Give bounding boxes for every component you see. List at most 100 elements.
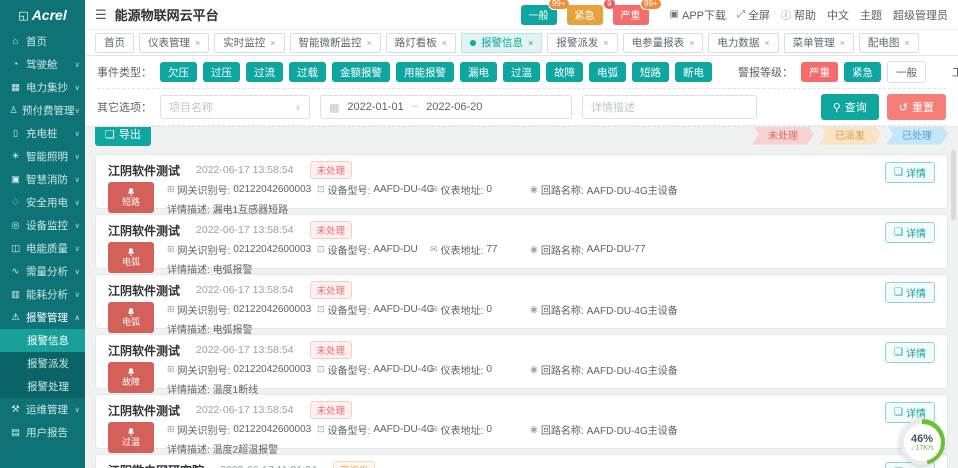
scrollbar-thumb[interactable] <box>951 150 956 220</box>
event-type-chip[interactable]: 欠压 <box>160 62 197 82</box>
filter-buttons: ⚲ 查询 ↺ 重置 <box>821 94 946 120</box>
detail-button[interactable]: ❏ 详情 <box>885 222 935 243</box>
tab[interactable]: 实时监控 × <box>214 33 284 53</box>
sidebar-item-device-monitor[interactable]: ◎ 设备监控 ∨ <box>0 214 85 237</box>
sidebar-item-energy-analysis[interactable]: ▥ 能耗分析 ∨ <box>0 283 85 306</box>
sidebar-item-prepaid[interactable]: ♙ 预付费管理 ∨ <box>0 99 85 122</box>
gateway-value: 02122042600003 <box>233 304 311 315</box>
description-input[interactable]: 详情描述 <box>582 95 757 119</box>
close-tab-icon[interactable]: × <box>764 38 769 48</box>
search-button[interactable]: ⚲ 查询 <box>821 94 879 120</box>
close-tab-icon[interactable]: × <box>270 38 275 48</box>
close-tab-icon[interactable]: × <box>840 38 845 48</box>
close-tab-icon[interactable]: × <box>528 38 533 48</box>
gateway-label: 网关识别号: <box>178 362 231 377</box>
header-link[interactable]: 超级管理员 <box>893 7 948 23</box>
detail-button[interactable]: ❏ 详情 <box>885 342 935 363</box>
tab[interactable]: 智能微断监控 × <box>290 33 381 53</box>
project-name: 江阴软件测试 <box>108 342 180 359</box>
alarm-level-badge[interactable]: 严重 99+ <box>613 5 649 25</box>
event-type-chip[interactable]: 过压 <box>203 62 240 82</box>
close-tab-icon[interactable]: × <box>689 38 694 48</box>
header-link[interactable]: 中文 <box>827 7 849 23</box>
ops-icon: ⚒ <box>9 404 22 415</box>
chevron-icon: ∨ <box>75 152 81 161</box>
event-type-chip[interactable]: 用能报警 <box>396 62 454 82</box>
alarm-icon: ⚠ <box>9 312 22 323</box>
sidebar-item-alarm-dispatch[interactable]: 报警派发 <box>0 352 85 375</box>
header-link[interactable]: ▣ APP下载 <box>670 7 726 23</box>
sidebar-item-home[interactable]: ⌂ 首页 <box>0 30 85 53</box>
circuit-label: 回路名称: <box>541 362 584 377</box>
close-tab-icon[interactable]: × <box>904 38 909 48</box>
prepaid-icon: ♙ <box>9 105 18 116</box>
meter-address-icon: ✉ <box>430 244 438 255</box>
tab[interactable]: 报警信息 × <box>461 33 542 53</box>
close-tab-icon[interactable]: × <box>367 38 372 48</box>
reset-button[interactable]: ↺ 重置 <box>887 94 946 120</box>
gateway-label: 网关识别号: <box>178 422 231 437</box>
event-type-chips: 欠压 过压 过流 过载 金额报警 用能报警 漏电 过温 故障 <box>160 62 712 82</box>
home-icon: ⌂ <box>9 36 22 47</box>
sidebar-item-cockpit[interactable]: ◔ 驾驶舱 ∨ <box>0 53 85 76</box>
event-type-chip[interactable]: 漏电 <box>460 62 497 82</box>
tab[interactable]: 电参量报表 × <box>623 33 704 53</box>
sidebar-item-alarm-info[interactable]: 报警信息 <box>0 329 85 352</box>
sidebar-item-charging-pile[interactable]: ▯ 充电桩 ∨ <box>0 122 85 145</box>
tab[interactable]: 首页 <box>95 33 134 53</box>
header-link[interactable]: ⓘ 帮助 <box>781 7 816 23</box>
sidebar-item-safe-power[interactable]: ♢ 安全用电 ∨ <box>0 191 85 214</box>
header-link[interactable]: ⤢ 全屏 <box>737 7 770 23</box>
header-link[interactable]: 主题 <box>860 7 882 23</box>
tab[interactable]: 菜单管理 × <box>784 33 854 53</box>
sidebar-item-alarm-management[interactable]: ⚠ 报警管理 ∧ <box>0 306 85 329</box>
detail-button[interactable]: ❏ 详情 <box>885 162 935 183</box>
sidebar-item-alarm-handle[interactable]: 报警处理 <box>0 375 85 398</box>
alarm-level-chip[interactable]: 一般 <box>887 61 926 83</box>
performance-gauge[interactable]: 46% ↓ 17K/s <box>899 419 945 465</box>
tab[interactable]: 电力数据 × <box>708 33 778 53</box>
detail-button[interactable]: ❏ 详情 <box>885 282 935 303</box>
sidebar-item-fire-safety[interactable]: ▣ 智慧消防 ∨ <box>0 168 85 191</box>
alarm-level-badge-label: 一般 <box>529 11 549 22</box>
meter-address-label: 仪表地址: <box>441 182 484 197</box>
event-type-chip[interactable]: 金额报警 <box>332 62 390 82</box>
detail-button-label: 详情 <box>906 165 926 180</box>
project-select[interactable]: 项目名称 ∨ <box>160 95 310 119</box>
sidebar-item-power-quality[interactable]: ◫ 电能质量 ∨ <box>0 237 85 260</box>
sidebar-item-ops-management[interactable]: ⚒ 运维管理 ∨ <box>0 398 85 421</box>
event-type-chip[interactable]: 故障 <box>546 62 583 82</box>
alarm-level-badge[interactable]: 一般 99+ <box>521 5 557 25</box>
event-type-chip[interactable]: 过温 <box>503 62 540 82</box>
collapse-menu-icon[interactable]: ☰ <box>95 7 107 23</box>
tab[interactable]: 报警派发 × <box>547 33 617 53</box>
sidebar-item-demand-analysis[interactable]: ∿ 需量分析 ∨ <box>0 260 85 283</box>
date-range-picker[interactable]: ▦ 2022-01-01 ~ 2022-06-20 <box>320 95 572 119</box>
device-model-label: 设备型号: <box>328 182 371 197</box>
event-type-chip[interactable]: 过流 <box>246 62 283 82</box>
alarm-level-chip[interactable]: 紧急 <box>844 62 881 82</box>
event-type-chip[interactable]: 过载 <box>289 62 326 82</box>
event-type-chip[interactable]: 短路 <box>632 62 669 82</box>
close-tab-icon[interactable]: × <box>603 38 608 48</box>
tab[interactable]: 路灯看板 × <box>386 33 456 53</box>
alarm-type-box: 电弧 <box>108 302 154 333</box>
alarm-card: 江阴微电网研究院 2022-06-17 11:31:34 已派发 <box>95 454 948 468</box>
alarm-level-chip[interactable]: 严重 <box>801 62 838 82</box>
alarm-level-badge[interactable]: 紧急 9 <box>567 5 603 25</box>
sidebar-item-meter-reading[interactable]: ▦ 电力集抄 ∨ <box>0 76 85 99</box>
sidebar-item-label: 智能照明 <box>26 149 68 164</box>
tab[interactable]: 配电图 × <box>859 33 919 53</box>
circuit-label: 回路名称: <box>541 182 584 197</box>
ticket-status-label: 工单状态： <box>952 64 958 80</box>
event-type-chip[interactable]: 断电 <box>675 62 712 82</box>
event-type-chip[interactable]: 电弧 <box>589 62 626 82</box>
sidebar-item-label: 报警派发 <box>27 356 69 371</box>
sidebar-item-smart-lighting[interactable]: ☀ 智能照明 ∨ <box>0 145 85 168</box>
bell-icon <box>126 427 136 437</box>
close-tab-icon[interactable]: × <box>442 38 447 48</box>
close-tab-icon[interactable]: × <box>195 38 200 48</box>
sidebar-item-user-report[interactable]: ▤ 用户报告 <box>0 421 85 444</box>
tab[interactable]: 仪表管理 × <box>139 33 209 53</box>
status-badge: 未处理 <box>310 221 353 239</box>
